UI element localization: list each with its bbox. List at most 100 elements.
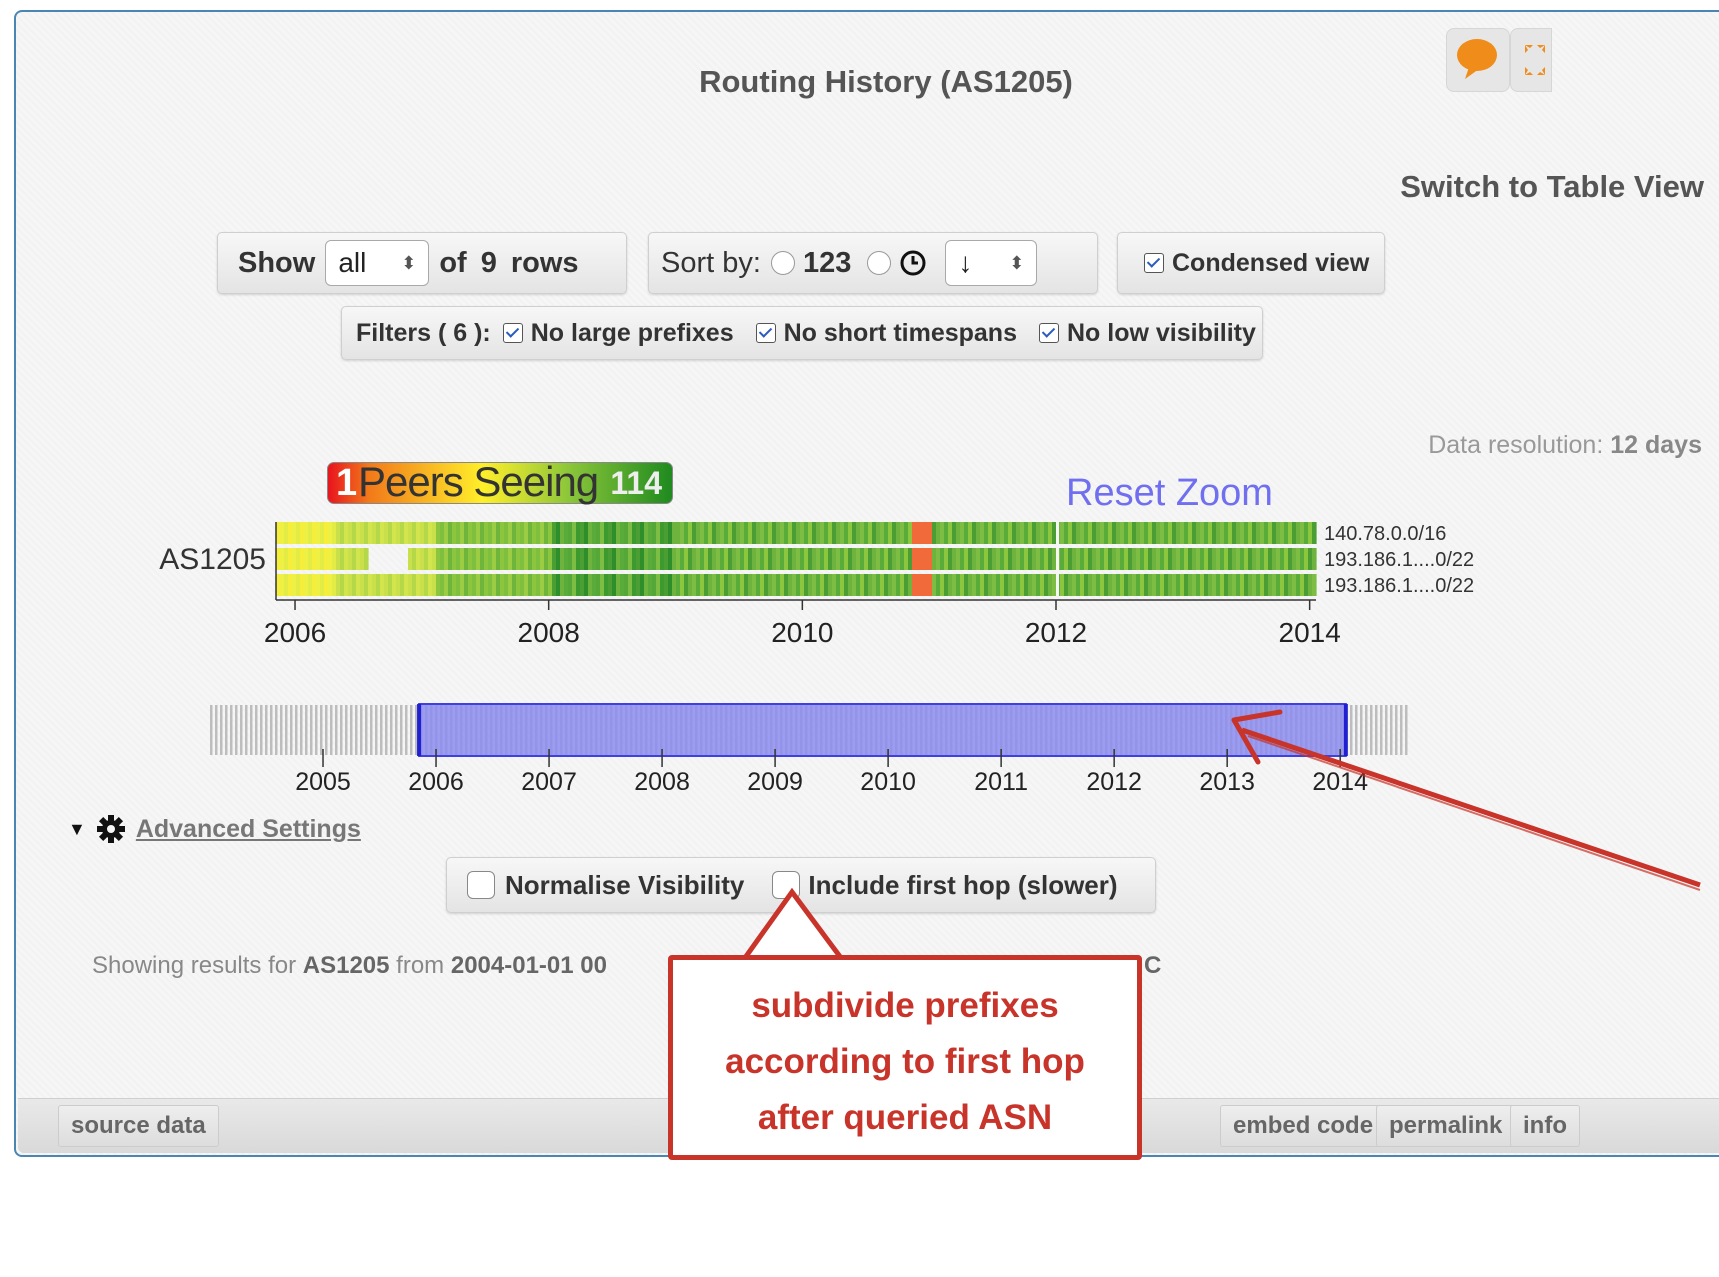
heat-cell — [532, 548, 537, 570]
fullscreen-button[interactable] — [1510, 28, 1552, 92]
condensed-view-toggle[interactable]: Condensed view — [1117, 232, 1385, 294]
heat-cell — [1288, 574, 1293, 596]
filter-large-prefixes-checkbox[interactable] — [502, 323, 523, 343]
heat-cell — [1012, 522, 1017, 544]
heat-cell — [928, 574, 933, 596]
heat-cell — [724, 522, 729, 544]
heat-cell — [800, 574, 805, 596]
heat-cell — [1288, 548, 1293, 570]
heat-cell — [752, 522, 757, 544]
heat-cell — [1068, 574, 1073, 596]
heat-cell — [516, 574, 521, 596]
switch-to-table-view-link[interactable]: Switch to Table View — [1400, 169, 1704, 205]
navigator-stripe — [225, 705, 228, 755]
heat-cell — [788, 574, 793, 596]
heat-cell — [1040, 548, 1045, 570]
heat-cell — [892, 522, 897, 544]
heat-cell — [1304, 522, 1309, 544]
heat-cell — [592, 574, 597, 596]
rows-select[interactable]: all ⬍ — [325, 240, 430, 286]
heat-cell — [1192, 574, 1197, 596]
heat-cell — [628, 522, 633, 544]
heat-cell — [472, 522, 477, 544]
navigator-tick-label: 2007 — [521, 768, 577, 796]
heat-cell — [940, 522, 945, 544]
heat-cell — [1248, 548, 1253, 570]
heat-cell — [1060, 522, 1065, 544]
show-label: Show — [238, 246, 316, 279]
heat-cell — [760, 522, 765, 544]
heat-cell — [1088, 574, 1093, 596]
heat-cell — [640, 574, 645, 596]
permalink-button[interactable]: permalink — [1376, 1105, 1516, 1147]
heat-cell — [780, 522, 785, 544]
heat-cell — [1264, 574, 1269, 596]
normalise-visibility-checkbox[interactable] — [467, 871, 495, 899]
heat-cell — [456, 548, 461, 570]
heat-cell — [1064, 574, 1069, 596]
filter-short-timespans-checkbox[interactable] — [755, 323, 776, 343]
x-tick-label: 2014 — [1279, 617, 1341, 648]
heat-cell — [808, 548, 813, 570]
heat-cell — [1060, 574, 1065, 596]
heat-cell — [488, 574, 493, 596]
advanced-settings-toggle[interactable]: ▼ Advanced Settings — [68, 814, 361, 844]
sort-number-radio[interactable] — [770, 251, 795, 275]
condensed-view-checkbox[interactable] — [1144, 253, 1164, 273]
source-data-button[interactable]: source data — [58, 1105, 219, 1147]
heat-cell — [776, 548, 781, 570]
heat-cell — [748, 574, 753, 596]
heat-cell — [344, 574, 349, 596]
heat-cell — [340, 574, 345, 596]
heat-cell — [280, 548, 285, 570]
heat-cell — [920, 548, 925, 570]
heat-cell — [456, 574, 461, 596]
heat-cell — [312, 548, 317, 570]
heat-cell — [720, 548, 725, 570]
heat-cell — [1280, 522, 1285, 544]
heat-cell — [932, 548, 937, 570]
sort-time-radio[interactable] — [867, 251, 892, 275]
heat-cell — [288, 522, 293, 544]
heat-cell — [680, 548, 685, 570]
heat-cell — [832, 574, 837, 596]
info-button[interactable]: info — [1510, 1105, 1580, 1147]
heat-cell — [320, 522, 325, 544]
heat-cell — [1112, 522, 1117, 544]
heat-cell — [620, 574, 625, 596]
heat-cell — [1212, 548, 1217, 570]
heat-cell — [916, 548, 921, 570]
reset-zoom-button[interactable]: Reset Zoom — [1066, 472, 1273, 515]
of-label: of — [439, 246, 467, 279]
heat-cell — [1164, 522, 1169, 544]
filters-bar: Filters ( 6 ): No large prefixes No shor… — [341, 306, 1263, 360]
comment-button[interactable] — [1446, 28, 1510, 92]
heat-cell — [568, 548, 573, 570]
heat-cell — [408, 522, 413, 544]
heat-cell — [640, 522, 645, 544]
heat-cell — [316, 574, 321, 596]
heat-cell — [384, 522, 389, 544]
embed-code-button[interactable]: embed code — [1220, 1105, 1387, 1147]
heat-cell — [1196, 574, 1201, 596]
heat-cell — [928, 522, 933, 544]
sort-direction-select[interactable]: ↓ ⬍ — [945, 240, 1038, 286]
heat-cell — [748, 548, 753, 570]
navigator-stripe — [300, 705, 303, 755]
heat-cell — [1036, 574, 1041, 596]
heat-cell — [440, 548, 445, 570]
heat-cell — [1040, 574, 1045, 596]
heat-cell — [688, 574, 693, 596]
navigator-stripe — [260, 705, 263, 755]
heat-cell — [1064, 548, 1069, 570]
heat-cell — [708, 522, 713, 544]
filter-low-visibility-checkbox[interactable] — [1038, 323, 1059, 343]
heat-cell — [296, 522, 301, 544]
heat-cell — [844, 574, 849, 596]
heat-cell — [980, 522, 985, 544]
heat-cell — [556, 522, 561, 544]
heat-cell — [1000, 548, 1005, 570]
heat-cell — [828, 574, 833, 596]
heat-cell — [1204, 522, 1209, 544]
heat-cell — [956, 548, 961, 570]
